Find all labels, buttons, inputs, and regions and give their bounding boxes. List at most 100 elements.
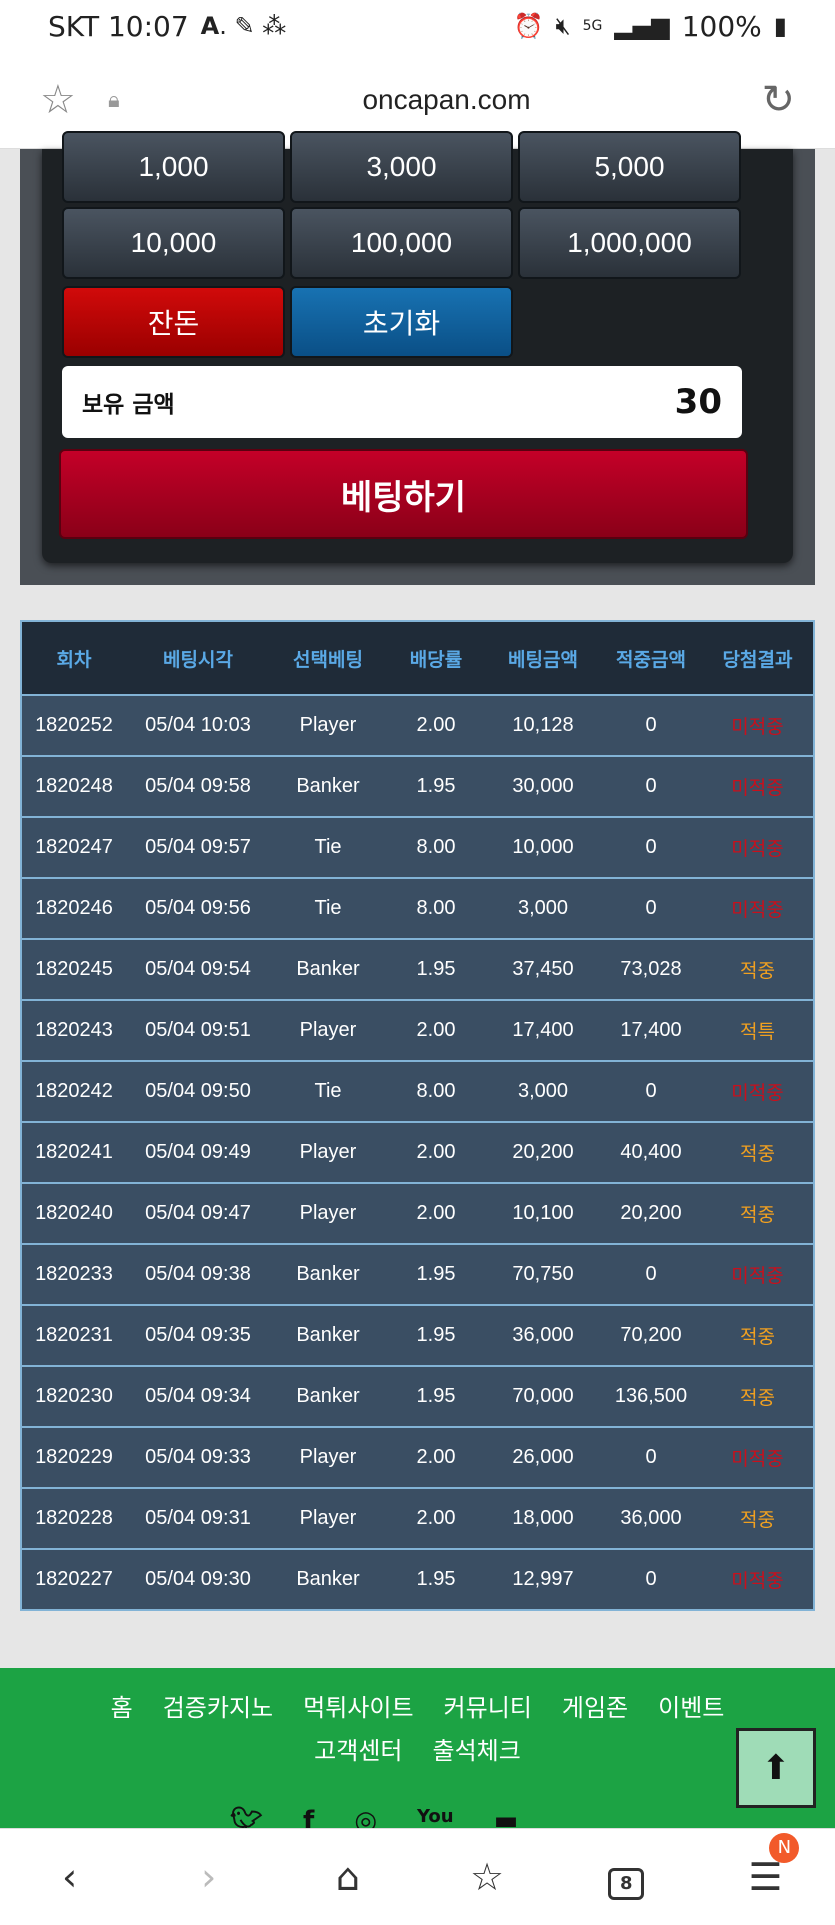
cell-win-amount: 0 — [645, 775, 657, 797]
chip-10000-button[interactable]: 10,000 — [62, 207, 285, 279]
table-row: 1820246 05/04 09:56 Tie 8.00 3,000 0 미적중 — [22, 877, 813, 938]
back-icon[interactable]: ‹ — [40, 1855, 100, 1899]
footer-link-verified-casino[interactable]: 검증카지노 — [163, 1688, 273, 1723]
cell-selection: Player — [299, 1019, 357, 1041]
cell-round: 1820248 — [35, 775, 113, 797]
table-body: 1820252 05/04 10:03 Player 2.00 10,128 0 미적중 18… — [22, 694, 813, 1609]
cell-odds: 1.95 — [416, 775, 456, 797]
cell-bet-amount: 3,000 — [517, 1080, 569, 1102]
cell-odds: 1.95 — [416, 1263, 456, 1285]
menu-icon[interactable]: ☰ N — [735, 1833, 800, 1899]
cell-bet-time: 05/04 09:58 — [145, 775, 251, 797]
table-row: 1820247 05/04 09:57 Tie 8.00 10,000 0 미적중 — [22, 816, 813, 877]
cell-win-amount: 17,400 — [620, 1019, 682, 1041]
cell-bet-time: 05/04 09:54 — [145, 958, 251, 980]
cell-bet-time: 05/04 09:49 — [145, 1141, 251, 1163]
cell-selection: Player — [299, 1202, 357, 1224]
cell-result: 미적중 — [731, 1448, 784, 1470]
cell-result: 미적중 — [731, 1265, 784, 1287]
cell-bet-time: 05/04 09:33 — [145, 1446, 251, 1468]
cell-bet-amount: 26,000 — [512, 1446, 574, 1468]
table-row: 1820245 05/04 09:54 Banker 1.95 37,450 73,028… — [22, 938, 813, 999]
cell-odds: 8.00 — [416, 897, 456, 919]
cell-win-amount: 0 — [645, 1446, 657, 1468]
cell-odds: 1.95 — [416, 958, 456, 980]
footer-link-home[interactable]: 홈 — [111, 1688, 133, 1723]
balance-value: 30 — [674, 382, 722, 422]
cell-bet-amount: 12,997 — [512, 1568, 574, 1590]
network-icon: 5G — [582, 18, 603, 34]
cell-result: 적중 — [740, 1204, 775, 1226]
cell-odds: 2.00 — [416, 1019, 456, 1041]
cell-odds: 1.95 — [416, 1568, 456, 1590]
reset-button[interactable]: 초기화 — [290, 286, 513, 358]
signal-icon: ▂▄▆ — [614, 12, 670, 40]
cell-selection: Banker — [296, 1263, 360, 1285]
alarm-icon: ⏰ — [513, 12, 544, 40]
cell-win-amount: 0 — [645, 1263, 657, 1285]
mute-icon: 🔇︎ — [555, 12, 571, 40]
cell-result: 적중 — [740, 1326, 775, 1348]
change-button[interactable]: 잔돈 — [62, 286, 285, 358]
cell-bet-amount: 10,000 — [512, 836, 574, 858]
cell-win-amount: 36,000 — [620, 1507, 682, 1529]
browser-bottom-nav: ‹ › ⌂ ☆ 8 ☰ N — [0, 1828, 835, 1925]
lock-icon[interactable]: 🔒︎ — [108, 88, 148, 113]
cell-win-amount: 70,200 — [620, 1324, 682, 1346]
cell-selection: Banker — [296, 1385, 360, 1407]
cell-bet-time: 05/04 09:47 — [145, 1202, 251, 1224]
cell-bet-amount: 20,200 — [512, 1141, 574, 1163]
table-row: 1820242 05/04 09:50 Tie 8.00 3,000 0 미적중 — [22, 1060, 813, 1121]
chip-1000-button[interactable]: 1,000 — [62, 131, 285, 203]
url-text[interactable]: oncapan.com — [148, 84, 745, 116]
chip-100000-button[interactable]: 100,000 — [290, 207, 513, 279]
footer-link-attendance[interactable]: 출석체크 — [433, 1731, 521, 1766]
footer-link-scam-sites[interactable]: 먹튀사이트 — [303, 1688, 413, 1723]
cell-bet-time: 05/04 09:31 — [145, 1507, 251, 1529]
betting-panel-inner: 1,000 3,000 5,000 10,000 100,000 1,000,0… — [42, 131, 793, 563]
footer-link-customer-center[interactable]: 고객센터 — [314, 1731, 402, 1766]
table-row: 1820231 05/04 09:35 Banker 1.95 36,000 70,200… — [22, 1304, 813, 1365]
table-row: 1820252 05/04 10:03 Player 2.00 10,128 0 미적중 — [22, 694, 813, 755]
cell-bet-time: 05/04 09:35 — [145, 1324, 251, 1346]
cell-result: 미적중 — [731, 716, 784, 738]
cell-odds: 8.00 — [416, 1080, 456, 1102]
place-bet-button[interactable]: 베팅하기 — [59, 449, 748, 539]
chip-5000-button[interactable]: 5,000 — [518, 131, 741, 203]
cell-win-amount: 0 — [645, 1080, 657, 1102]
cell-bet-amount: 17,400 — [512, 1019, 574, 1041]
tabs-icon[interactable]: 8 — [596, 1854, 656, 1900]
chip-1000000-button[interactable]: 1,000,000 — [518, 207, 741, 279]
cell-result: 미적중 — [731, 899, 784, 921]
footer-link-events[interactable]: 이벤트 — [658, 1688, 724, 1723]
cell-result: 미적중 — [731, 838, 784, 860]
table-row: 1820229 05/04 09:33 Player 2.00 26,000 0 미적중 — [22, 1426, 813, 1487]
cell-odds: 2.00 — [416, 714, 456, 736]
cell-bet-amount: 36,000 — [512, 1324, 574, 1346]
footer-link-community[interactable]: 커뮤니티 — [444, 1688, 532, 1723]
cell-win-amount: 0 — [645, 1568, 657, 1590]
scroll-to-top-button[interactable]: ⬆ — [736, 1728, 816, 1808]
table-row: 1820243 05/04 09:51 Player 2.00 17,400 17,400… — [22, 999, 813, 1060]
cell-win-amount: 136,500 — [614, 1385, 688, 1407]
cell-round: 1820230 — [35, 1385, 113, 1407]
cell-win-amount: 0 — [645, 836, 657, 858]
cell-bet-time: 05/04 09:38 — [145, 1263, 251, 1285]
reload-icon[interactable]: ↻ — [745, 77, 795, 123]
cell-round: 1820243 — [35, 1019, 113, 1041]
header-bet-time: 베팅시각 — [163, 648, 233, 671]
footer-link-game-zone[interactable]: 게임존 — [562, 1688, 628, 1723]
cell-win-amount: 73,028 — [620, 958, 682, 980]
header-bet-amount: 베팅금액 — [508, 648, 578, 671]
cell-bet-amount: 10,128 — [512, 714, 574, 736]
cell-odds: 2.00 — [416, 1202, 456, 1224]
balance-label: 보유 금액 — [82, 392, 175, 418]
footer-nav: 홈 검증카지노 먹튀사이트 커뮤니티 게임존 이벤트 고객센터 출석체크 — [0, 1668, 835, 1766]
bookmarks-icon[interactable]: ☆ — [457, 1855, 517, 1899]
home-icon[interactable]: ⌂ — [318, 1855, 378, 1899]
forward-icon[interactable]: › — [179, 1855, 239, 1899]
cell-bet-time: 05/04 09:30 — [145, 1568, 251, 1590]
table-header: 회차 베팅시각 선택베팅 배당률 베팅금액 적중금액 당첨결과 — [22, 622, 813, 694]
chip-3000-button[interactable]: 3,000 — [290, 131, 513, 203]
bookmark-star-icon[interactable]: ☆ — [40, 77, 90, 123]
